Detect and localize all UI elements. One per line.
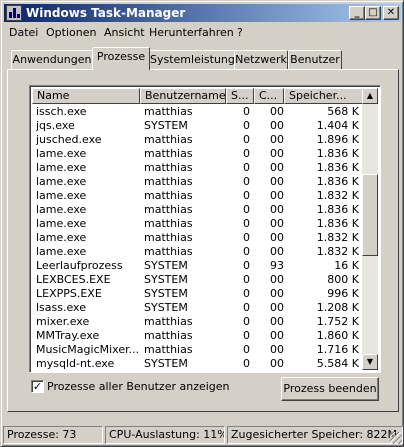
processes-panel bbox=[7, 69, 399, 412]
tab-prozesse[interactable]: Prozesse bbox=[92, 47, 150, 70]
task-manager-icon bbox=[6, 5, 22, 21]
status-cpu-usage: CPU-Auslastung: 11% bbox=[105, 426, 225, 444]
menu-herunterfahren[interactable]: Herunterfahren bbox=[149, 25, 234, 40]
menu-bar: Datei Optionen Ansicht Herunterfahren ? bbox=[4, 23, 401, 42]
minimize-button[interactable]: _ bbox=[349, 6, 365, 20]
maximize-button[interactable]: □ bbox=[365, 6, 381, 20]
window-title: Windows Task-Manager bbox=[26, 6, 186, 20]
status-processes: Prozesse: 73 bbox=[3, 426, 103, 444]
menu-help[interactable]: ? bbox=[237, 25, 243, 40]
tab-benutzer[interactable]: Benutzer bbox=[288, 50, 342, 69]
task-manager-window: Windows Task-Manager _ □ ✕ Datei Optione… bbox=[0, 0, 404, 447]
title-bar[interactable]: Windows Task-Manager _ □ ✕ bbox=[4, 4, 401, 22]
status-commit-charge: Zugesicherter Speicher: 822M bbox=[227, 426, 403, 444]
tab-systemleistung[interactable]: Systemleistung bbox=[149, 50, 235, 69]
tab-netzwerk[interactable]: Netzwerk bbox=[234, 50, 288, 69]
close-button[interactable]: ✕ bbox=[383, 6, 399, 20]
resize-grip[interactable] bbox=[390, 432, 402, 444]
menu-optionen[interactable]: Optionen bbox=[46, 25, 96, 40]
menu-datei[interactable]: Datei bbox=[9, 25, 38, 40]
menu-ansicht[interactable]: Ansicht bbox=[104, 25, 145, 40]
tab-anwendungen[interactable]: Anwendungen bbox=[11, 50, 93, 69]
tab-strip: Anwendungen Prozesse Systemleistung Netz… bbox=[1, 46, 404, 70]
status-bar: Prozesse: 73 CPU-Auslastung: 11% Zugesic… bbox=[3, 426, 403, 445]
